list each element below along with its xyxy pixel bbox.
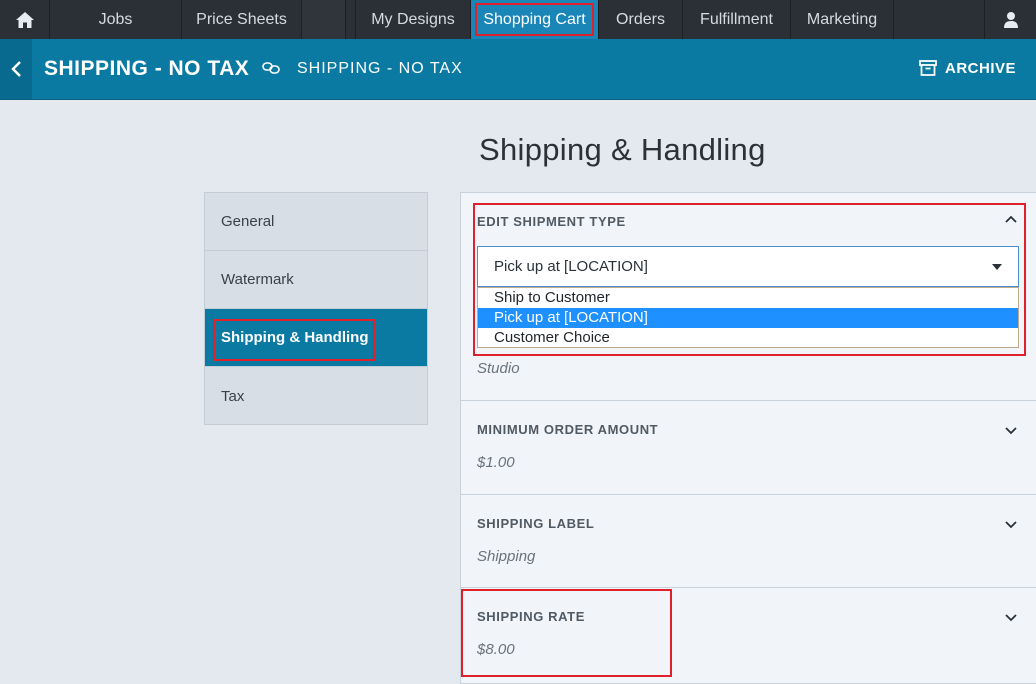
shipping-label-section[interactable]: SHIPPING LABEL Shipping bbox=[461, 495, 1036, 588]
link-icon[interactable] bbox=[262, 61, 280, 75]
section-heading: Shipping & Handling bbox=[479, 132, 766, 167]
nav-marketing[interactable]: Marketing bbox=[791, 0, 894, 39]
highlight-box bbox=[475, 3, 594, 36]
nav-divider bbox=[346, 0, 356, 39]
settings-tabs: General Watermark Shipping & Handling Ta… bbox=[204, 192, 428, 425]
home-icon bbox=[15, 11, 34, 28]
top-navigation: Jobs Price Sheets My Designs Shopping Ca… bbox=[0, 0, 1036, 39]
archive-icon bbox=[919, 60, 937, 76]
nav-price-sheets[interactable]: Price Sheets bbox=[182, 0, 302, 39]
chevron-down-icon[interactable] bbox=[1005, 427, 1017, 435]
minimum-order-value: $1.00 bbox=[477, 454, 515, 471]
edit-shipment-label: EDIT SHIPMENT TYPE bbox=[477, 214, 626, 229]
nav-my-designs[interactable]: My Designs bbox=[356, 0, 471, 39]
user-icon bbox=[1003, 11, 1018, 28]
chevron-up-icon[interactable] bbox=[1005, 215, 1017, 223]
shipping-rate-section[interactable]: SHIPPING RATE $8.00 bbox=[461, 588, 1036, 684]
home-button[interactable] bbox=[0, 0, 50, 39]
option-ship-to-customer[interactable]: Ship to Customer bbox=[478, 288, 1018, 308]
nav-orders[interactable]: Orders bbox=[599, 0, 683, 39]
nav-shopping-cart[interactable]: Shopping Cart bbox=[471, 0, 599, 39]
nav-divider bbox=[302, 0, 346, 39]
location-value: Studio bbox=[477, 360, 520, 377]
chevron-down-icon[interactable] bbox=[1005, 521, 1017, 529]
shipping-label-value: Shipping bbox=[477, 548, 536, 565]
chevron-left-icon bbox=[11, 61, 21, 77]
shipment-type-selected: Pick up at [LOCATION] bbox=[494, 258, 648, 275]
tab-tax[interactable]: Tax bbox=[205, 367, 427, 425]
tab-watermark[interactable]: Watermark bbox=[205, 251, 427, 309]
highlight-box bbox=[213, 319, 375, 361]
option-pick-up-location[interactable]: Pick up at [LOCATION] bbox=[478, 308, 1018, 328]
archive-button[interactable]: ARCHIVE bbox=[919, 59, 1016, 77]
shipping-label-label: SHIPPING LABEL bbox=[477, 516, 595, 531]
back-button[interactable] bbox=[0, 39, 32, 99]
shipment-type-select[interactable]: Pick up at [LOCATION] bbox=[477, 246, 1019, 287]
tab-shipping-handling[interactable]: Shipping & Handling bbox=[205, 309, 427, 367]
tab-general[interactable]: General bbox=[205, 193, 427, 251]
chevron-down-icon[interactable] bbox=[1005, 614, 1017, 622]
page-title-subtitle: SHIPPING - NO TAX bbox=[297, 60, 463, 77]
shipping-rate-value: $8.00 bbox=[477, 641, 515, 658]
nav-fulfillment[interactable]: Fulfillment bbox=[683, 0, 791, 39]
archive-label: ARCHIVE bbox=[944, 59, 1016, 77]
minimum-order-section[interactable]: MINIMUM ORDER AMOUNT $1.00 bbox=[461, 401, 1036, 495]
user-menu-button[interactable] bbox=[984, 0, 1036, 39]
minimum-order-label: MINIMUM ORDER AMOUNT bbox=[477, 422, 659, 437]
shipment-type-options: Ship to Customer Pick up at [LOCATION] C… bbox=[477, 287, 1019, 348]
page-title-main: SHIPPING - NO TAX bbox=[44, 57, 250, 80]
option-customer-choice[interactable]: Customer Choice bbox=[478, 328, 1018, 348]
shipping-rate-label: SHIPPING RATE bbox=[477, 609, 585, 624]
caret-down-icon bbox=[992, 264, 1002, 270]
nav-jobs[interactable]: Jobs bbox=[50, 0, 182, 39]
title-bar: SHIPPING - NO TAX SHIPPING - NO TAX ARCH… bbox=[0, 39, 1036, 100]
